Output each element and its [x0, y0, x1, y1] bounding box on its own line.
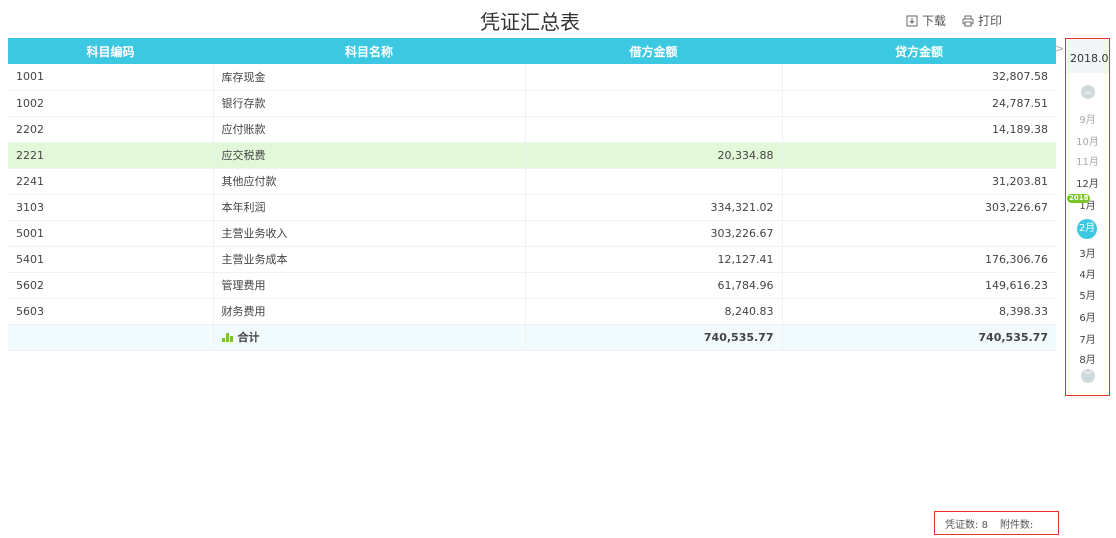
table-row[interactable]: 1002 银行存款 24,787.51 — [8, 90, 1056, 117]
account-name: 应交税费 — [212, 142, 525, 169]
month-item[interactable]: 9月 — [1066, 111, 1109, 126]
credit-amount: 31,203.81 — [781, 168, 1056, 195]
credit-amount: 303,226.67 — [781, 194, 1056, 221]
debit-amount: 303,226.67 — [524, 220, 782, 247]
download-label: 下载 — [921, 14, 946, 28]
account-code: 2221 — [8, 142, 213, 169]
month-item[interactable]: 10月 — [1066, 133, 1109, 148]
toolbar: 下载 打印 — [906, 12, 1002, 29]
debit-amount: 61,784.96 — [524, 272, 782, 299]
table-row[interactable]: 5603 财务费用 8,240.83 8,398.33 — [8, 298, 1056, 325]
table-row[interactable]: 5001 主营业务收入 303,226.67 — [8, 220, 1056, 247]
account-code: 2241 — [8, 168, 213, 195]
column-header-debit[interactable]: 借方金额 — [525, 38, 782, 64]
account-name: 其他应付款 — [212, 168, 525, 195]
table-row[interactable]: 5401 主营业务成本 12,127.41 176,306.76 — [8, 246, 1056, 273]
print-label: 打印 — [977, 14, 1002, 28]
scroll-up-button[interactable]: ︽ — [1081, 85, 1095, 99]
total-label: 合计 — [237, 331, 260, 344]
credit-amount — [781, 220, 1056, 247]
panel-expand-arrow[interactable]: > — [1055, 42, 1064, 55]
credit-amount: 32,807.58 — [781, 64, 1056, 91]
chevron-up-icon: ︽ — [1084, 87, 1092, 96]
month-item[interactable]: 12月 — [1066, 175, 1109, 190]
printer-icon — [962, 15, 974, 26]
title-bar: 凭证汇总表 下载 打印 — [0, 0, 1060, 38]
period-selector-panel: 2018.02 ︽ 9月10月11月12月1月2月3月4月5月6月7月8月 20… — [1065, 38, 1110, 396]
print-button[interactable]: 打印 — [962, 12, 1002, 29]
account-code: 5001 — [8, 220, 213, 247]
account-name: 本年利润 — [212, 194, 525, 221]
total-row: 合计 740,535.77 740,535.77 — [8, 324, 1056, 351]
debit-amount — [524, 116, 782, 143]
credit-amount — [781, 142, 1056, 169]
month-item[interactable]: 3月 — [1066, 245, 1109, 260]
sum-icon — [221, 333, 233, 342]
debit-amount — [524, 90, 782, 117]
column-header-code[interactable]: 科目编码 — [8, 38, 213, 64]
total-credit: 740,535.77 — [781, 324, 1056, 351]
table-row[interactable]: 2241 其他应付款 31,203.81 — [8, 168, 1056, 195]
account-code: 5401 — [8, 246, 213, 273]
account-name: 应付账款 — [212, 116, 525, 143]
table-body: 1001 库存现金 32,807.58 1002 银行存款 24,787.51 2202 应付… — [8, 64, 1056, 351]
month-item[interactable]: 2月 — [1077, 219, 1097, 239]
account-name: 财务费用 — [212, 298, 525, 325]
credit-amount: 24,787.51 — [781, 90, 1056, 117]
account-code: 1001 — [8, 64, 213, 91]
month-item[interactable]: 8月 — [1066, 351, 1109, 366]
chevron-down-icon: ︾ — [1084, 371, 1092, 380]
page-title: 凭证汇总表 — [480, 10, 580, 34]
account-name: 主营业务成本 — [212, 246, 525, 273]
debit-amount: 334,321.02 — [524, 194, 782, 221]
month-item[interactable]: 11月 — [1066, 153, 1109, 168]
account-code: 5603 — [8, 298, 213, 325]
table-row[interactable]: 5602 管理费用 61,784.96 149,616.23 — [8, 272, 1056, 299]
debit-amount — [524, 64, 782, 91]
account-name: 银行存款 — [212, 90, 525, 117]
current-period[interactable]: 2018.02 — [1066, 39, 1109, 73]
credit-amount: 149,616.23 — [781, 272, 1056, 299]
column-header-credit[interactable]: 贷方金额 — [782, 38, 1056, 64]
total-debit: 740,535.77 — [524, 324, 782, 351]
account-name: 管理费用 — [212, 272, 525, 299]
debit-amount: 8,240.83 — [524, 298, 782, 325]
attachment-count: 附件数: — [999, 519, 1034, 531]
credit-amount: 8,398.33 — [781, 298, 1056, 325]
credit-amount: 176,306.76 — [781, 246, 1056, 273]
scroll-down-button[interactable]: ︾ — [1081, 369, 1095, 383]
table-header-row: 科目编码 科目名称 借方金额 贷方金额 — [8, 38, 1056, 64]
debit-amount: 20,334.88 — [524, 142, 782, 169]
download-icon — [906, 15, 918, 26]
credit-amount: 14,189.38 — [781, 116, 1056, 143]
voucher-count: 凭证数: 8 — [945, 519, 988, 531]
month-item[interactable]: 4月 — [1066, 266, 1109, 281]
debit-amount: 12,127.41 — [524, 246, 782, 273]
account-name: 主营业务收入 — [212, 220, 525, 247]
table-row[interactable]: 2221 应交税费 20,334.88 — [8, 142, 1056, 169]
account-code: 1002 — [8, 90, 213, 117]
month-item[interactable]: 5月 — [1066, 287, 1109, 302]
voucher-summary-table: 科目编码 科目名称 借方金额 贷方金额 1001 库存现金 32,807.58 100… — [8, 38, 1056, 351]
account-name: 库存现金 — [212, 64, 525, 91]
year-badge: 2018 — [1067, 194, 1091, 203]
table-row[interactable]: 1001 库存现金 32,807.58 — [8, 64, 1056, 91]
debit-amount — [524, 168, 782, 195]
account-code: 3103 — [8, 194, 213, 221]
account-code: 2202 — [8, 116, 213, 143]
column-header-name[interactable]: 科目名称 — [213, 38, 525, 64]
download-button[interactable]: 下载 — [906, 12, 946, 29]
total-code-cell — [8, 324, 213, 351]
table-row[interactable]: 2202 应付账款 14,189.38 — [8, 116, 1056, 143]
account-code: 5602 — [8, 272, 213, 299]
table-row[interactable]: 3103 本年利润 334,321.02 303,226.67 — [8, 194, 1056, 221]
month-item[interactable]: 7月 — [1066, 331, 1109, 346]
total-label-cell: 合计 — [212, 324, 525, 351]
month-item[interactable]: 6月 — [1066, 309, 1109, 324]
voucher-stats: 凭证数: 8 附件数: — [934, 511, 1059, 535]
